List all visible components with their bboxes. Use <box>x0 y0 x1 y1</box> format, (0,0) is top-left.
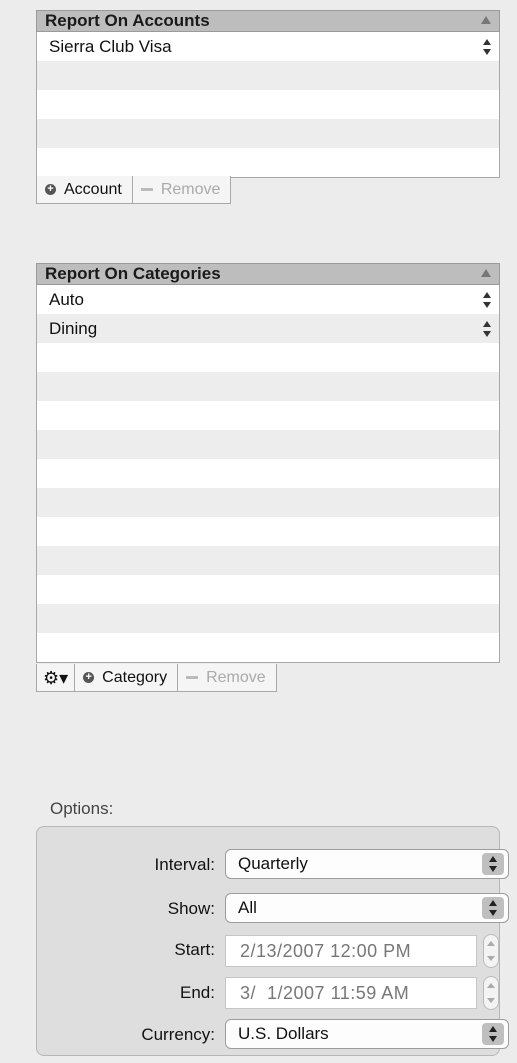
show-select[interactable]: All <box>225 893 509 923</box>
plus-icon: + <box>45 184 56 195</box>
list-item-empty <box>37 61 499 90</box>
list-item-empty <box>37 119 499 148</box>
list-item-empty <box>37 148 499 177</box>
currency-value: U.S. Dollars <box>238 1024 329 1043</box>
list-item-empty <box>37 633 499 662</box>
end-label: End: <box>180 983 215 1002</box>
categories-header[interactable]: Report On Categories <box>36 263 500 285</box>
list-item[interactable]: Dining <box>37 314 499 343</box>
remove-account-label: Remove <box>160 180 221 198</box>
minus-icon <box>140 188 153 191</box>
categories-panel: Report On Categories Auto Dining <box>36 263 500 663</box>
list-item[interactable]: Sierra Club Visa <box>37 32 499 61</box>
up-down-arrows-icon[interactable] <box>483 321 491 337</box>
options-label: Options: <box>50 799 114 818</box>
options-box: Interval: Quarterly Show: All Start: 2/1… <box>36 826 509 1056</box>
list-item-empty <box>37 343 499 372</box>
popup-arrows-icon <box>482 853 504 875</box>
accounts-panel: Report On Accounts Sierra Club Visa <box>36 10 500 178</box>
categories-list[interactable]: Auto Dining <box>36 285 500 663</box>
show-row: Show: All <box>37 893 509 925</box>
list-item-empty <box>37 517 499 546</box>
end-date-stepper[interactable] <box>483 976 499 1010</box>
list-item-empty <box>37 546 499 575</box>
list-item-empty <box>37 488 499 517</box>
start-row: Start: 2/13/2007 12:00 PM <box>37 934 501 968</box>
add-category-label: Category <box>102 668 168 686</box>
interval-select[interactable]: Quarterly <box>225 849 509 879</box>
start-label: Start: <box>174 940 215 959</box>
list-item-empty <box>37 401 499 430</box>
interval-value: Quarterly <box>238 854 308 873</box>
up-down-arrows-icon[interactable] <box>483 292 491 308</box>
category-name: Auto <box>49 290 84 309</box>
category-name: Dining <box>49 319 98 338</box>
list-item-empty <box>37 575 499 604</box>
list-item-empty <box>37 459 499 488</box>
popup-arrows-icon <box>482 1023 504 1045</box>
action-menu-button[interactable]: ⚙▾ <box>36 664 76 692</box>
start-date-stepper[interactable] <box>483 934 499 968</box>
popup-arrows-icon <box>482 897 504 919</box>
minus-icon <box>186 676 199 679</box>
accounts-list[interactable]: Sierra Club Visa <box>36 32 500 178</box>
currency-label: Currency: <box>141 1025 215 1044</box>
remove-account-button[interactable]: Remove <box>132 176 232 204</box>
show-value: All <box>238 898 257 917</box>
list-item-empty <box>37 90 499 119</box>
gear-icon: ⚙▾ <box>43 667 69 688</box>
accounts-header-label: Report On Accounts <box>45 11 210 30</box>
list-item-empty <box>37 372 499 401</box>
currency-select[interactable]: U.S. Dollars <box>225 1019 509 1049</box>
end-date-field[interactable]: 3/ 1/2007 11:59 AM <box>225 977 477 1009</box>
remove-category-button[interactable]: Remove <box>178 664 277 692</box>
interval-row: Interval: Quarterly <box>37 849 509 881</box>
categories-toolbar: ⚙▾ + Category Remove <box>36 664 277 692</box>
add-category-button[interactable]: + Category <box>75 664 179 692</box>
list-item[interactable]: Auto <box>37 285 499 314</box>
sort-ascending-icon <box>481 16 491 24</box>
accounts-header[interactable]: Report On Accounts <box>36 10 500 32</box>
list-item-empty <box>37 430 499 459</box>
show-label: Show: <box>167 899 215 918</box>
accounts-toolbar: + Account Remove <box>36 176 232 204</box>
plus-icon: + <box>83 672 95 683</box>
end-row: End: 3/ 1/2007 11:59 AM <box>37 976 501 1010</box>
categories-header-label: Report On Categories <box>45 264 221 283</box>
sort-ascending-icon <box>481 269 491 277</box>
start-date-field[interactable]: 2/13/2007 12:00 PM <box>225 935 477 967</box>
add-account-label: Account <box>64 180 122 198</box>
remove-category-label: Remove <box>206 668 266 686</box>
interval-label: Interval: <box>154 855 215 874</box>
account-name: Sierra Club Visa <box>49 37 172 56</box>
currency-row: Currency: U.S. Dollars <box>37 1019 509 1051</box>
add-account-button[interactable]: + Account <box>36 176 133 204</box>
list-item-empty <box>37 604 499 633</box>
up-down-arrows-icon[interactable] <box>483 39 491 55</box>
